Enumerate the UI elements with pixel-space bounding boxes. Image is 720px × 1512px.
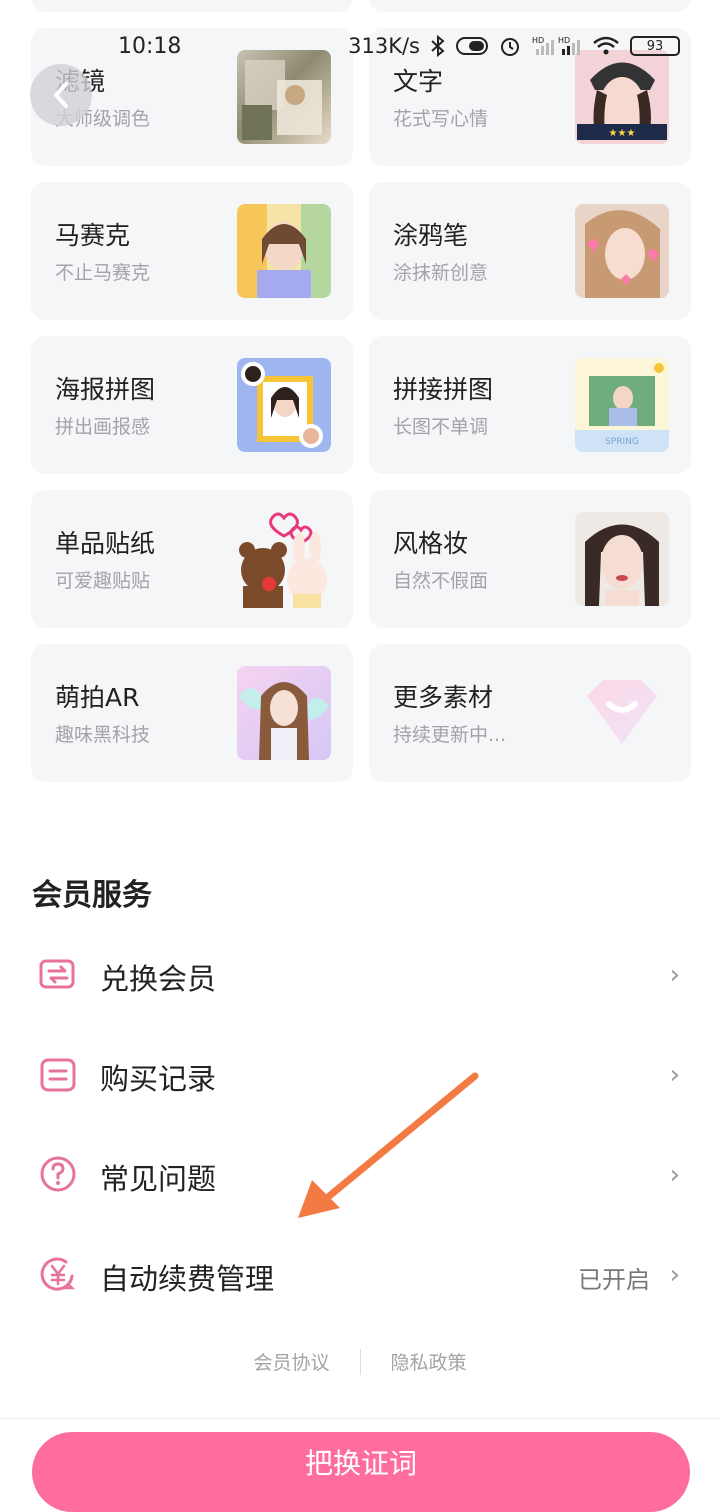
auto-renewal-status: 已开启 [578,1266,650,1294]
menu-item-purchase-records[interactable]: 购买记录 › [0,1036,720,1116]
alarm-icon [498,34,522,58]
feature-card-mosaic[interactable]: 马赛克 不止马赛克 [31,182,353,320]
doodle-thumbnail [575,204,669,298]
wifi-icon [592,35,620,57]
menu-label: 购买记录 [100,1062,217,1096]
chevron-right-icon: › [669,1060,680,1090]
menu-item-exchange-member[interactable]: 兑换会员 › [0,936,720,1016]
member-agreement-link[interactable]: 会员协议 [253,1348,329,1375]
feature-title: 单品贴纸 [55,529,156,558]
signal-icon: HD HD [532,35,582,57]
feature-title: 马赛克 [55,221,131,250]
menu-item-auto-renewal[interactable]: 自动续费管理 已开启 › [0,1236,720,1316]
menu-label: 兑换会员 [100,962,217,996]
more-diamond-icon [575,666,669,760]
feature-subtitle: 花式写心情 [393,108,489,130]
battery-icon: 93 [630,36,680,56]
partial-card [369,0,691,12]
feature-title: 拼接拼图 [393,375,494,404]
feature-title: 涂鸦笔 [393,221,469,250]
partial-card [31,0,353,12]
network-speed: 313K/s [348,34,420,58]
svg-text:HD: HD [558,36,570,45]
link-divider [359,1348,361,1375]
mosaic-thumbnail [237,204,331,298]
chevron-left-icon [54,82,68,108]
chevron-right-icon: › [669,960,680,990]
question-icon [38,1154,78,1194]
stitch-thumbnail: SPRING [575,358,669,452]
feature-subtitle: 趣味黑科技 [55,724,151,746]
poster-thumbnail [237,358,331,452]
svg-text:SPRING: SPRING [605,437,639,447]
feature-card-poster[interactable]: 海报拼图 拼出画报感 [31,336,353,474]
feature-card-makeup[interactable]: 风格妆 自然不假面 [369,490,691,628]
feature-card-sticker[interactable]: 单品贴纸 可爱趣贴贴 [31,490,353,628]
status-time: 10:18 [118,34,182,59]
feature-title: 更多素材 [393,683,494,712]
feature-card-ar[interactable]: 萌拍AR 趣味黑科技 [31,644,353,782]
makeup-thumbnail [575,512,669,606]
status-bar: 10:18 313K/s HD HD 93 [0,34,720,68]
feature-title: 海报拼图 [55,375,156,404]
feature-subtitle: 长图不单调 [393,416,489,438]
feature-subtitle: 拼出画报感 [55,416,151,438]
renew-button[interactable]: 把换证词 [32,1432,690,1512]
menu-item-faq[interactable]: 常见问题 › [0,1136,720,1216]
feature-subtitle: 可爱趣贴贴 [55,570,151,592]
chevron-right-icon: › [669,1160,680,1190]
feature-subtitle: 持续更新中... [393,724,507,746]
bluetooth-icon [430,35,446,57]
privacy-policy-link[interactable]: 隐私政策 [391,1348,467,1375]
toggle-icon [456,36,488,56]
feature-card-stitch[interactable]: 拼接拼图 长图不单调 SPRING [369,336,691,474]
menu-label: 自动续费管理 [100,1262,275,1296]
section-title: 会员服务 [32,878,152,913]
feature-subtitle: 自然不假面 [393,570,489,592]
feature-subtitle: 涂抹新创意 [393,262,489,284]
feature-card-more[interactable]: 更多素材 持续更新中... [369,644,691,782]
svg-text:HD: HD [532,36,544,45]
menu-label: 常见问题 [100,1162,217,1196]
footer-links: 会员协议 隐私政策 [0,1348,720,1375]
svg-text:★★★: ★★★ [609,128,636,139]
yen-icon [38,1254,78,1294]
exchange-icon [38,954,78,994]
feature-title: 风格妆 [393,529,469,558]
feature-title: 萌拍AR [55,683,140,712]
ar-thumbnail [237,666,331,760]
status-icons: 313K/s HD HD 93 [348,34,680,58]
sticker-thumbnail [229,504,339,614]
record-icon [38,1054,78,1094]
chevron-right-icon: › [669,1260,680,1290]
feature-card-doodle[interactable]: 涂鸦笔 涂抹新创意 [369,182,691,320]
back-button[interactable] [30,64,92,126]
feature-subtitle: 不止马赛克 [55,262,151,284]
